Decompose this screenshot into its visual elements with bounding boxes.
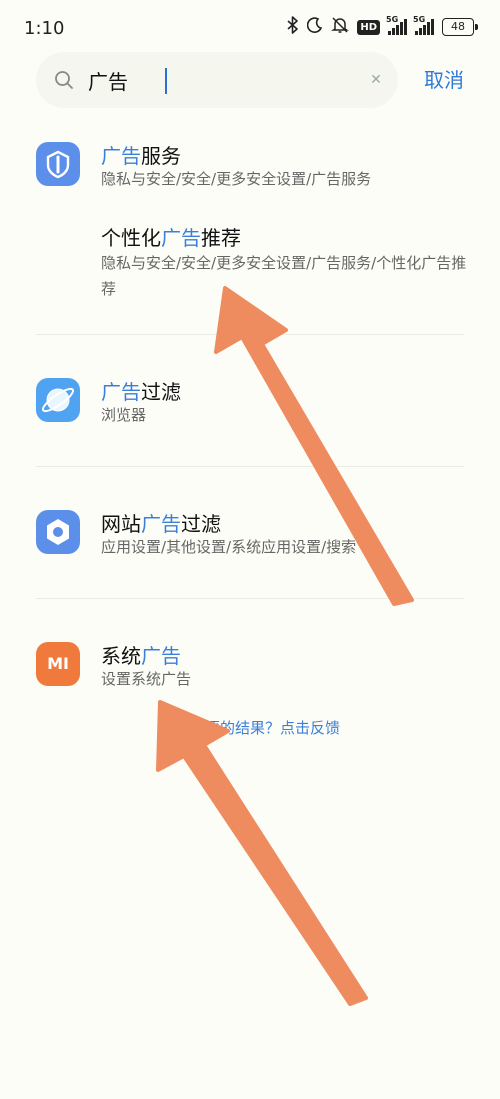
result-title: 个性化广告推荐 xyxy=(101,226,241,250)
status-time: 1:10 xyxy=(24,18,65,39)
search-input[interactable] xyxy=(88,60,338,100)
result-title: 系统广告 xyxy=(101,644,181,668)
text-caret xyxy=(165,68,167,94)
battery-icon: 48 xyxy=(442,18,478,36)
result-title: 网站广告过滤 xyxy=(101,512,221,536)
browser-planet-icon xyxy=(36,378,80,422)
result-path: 浏览器 xyxy=(101,406,147,424)
bluetooth-icon xyxy=(287,16,299,38)
cancel-button[interactable]: 取消 xyxy=(424,64,464,93)
search-icon xyxy=(54,70,74,90)
result-path: 隐私与安全/安全/更多安全设置/广告服务 xyxy=(101,170,372,188)
divider xyxy=(36,466,464,467)
list-item[interactable]: 个性化广告推荐 隐私与安全/安全/更多安全设置/广告服务/个性化广告推荐 xyxy=(0,212,500,312)
list-item[interactable]: 广告过滤 浏览器 xyxy=(0,366,500,446)
result-title: 广告过滤 xyxy=(101,380,181,404)
moon-icon xyxy=(307,17,323,37)
signal-icon-2: 5G xyxy=(413,15,434,35)
list-item[interactable]: MI 系统广告 设置系统广告 xyxy=(0,630,500,710)
divider xyxy=(36,334,464,335)
result-path: 隐私与安全/安全/更多安全设置/广告服务/个性化广告推荐 xyxy=(101,254,467,298)
mi-logo-icon: MI xyxy=(36,642,80,686)
divider xyxy=(36,598,464,599)
list-item[interactable]: 网站广告过滤 应用设置/其他设置/系统应用设置/搜索 xyxy=(0,498,500,578)
feedback-link[interactable]: 没有想要的结果？点击反馈 xyxy=(0,717,500,738)
status-bar: 1:10 HD 5G 5G 48 xyxy=(0,0,500,56)
hd-voice-badge: HD xyxy=(357,19,380,35)
result-path: 应用设置/其他设置/系统应用设置/搜索 xyxy=(101,538,357,556)
signal-icon: 5G xyxy=(386,15,407,35)
status-icons: HD 5G 5G 48 xyxy=(287,15,478,38)
clear-icon[interactable]: ✕ xyxy=(366,70,386,90)
mi-logo-text: MI xyxy=(47,654,69,673)
result-title: 广告服务 xyxy=(101,144,181,168)
annotation-arrow-lower xyxy=(156,700,368,1006)
shield-icon xyxy=(36,142,80,186)
list-item[interactable]: 广告服务 隐私与安全/安全/更多安全设置/广告服务 xyxy=(0,130,500,210)
result-path: 设置系统广告 xyxy=(101,670,192,688)
settings-hexagon-icon xyxy=(36,510,80,554)
mute-bell-icon xyxy=(331,16,350,38)
search-box[interactable]: ✕ xyxy=(36,52,398,108)
